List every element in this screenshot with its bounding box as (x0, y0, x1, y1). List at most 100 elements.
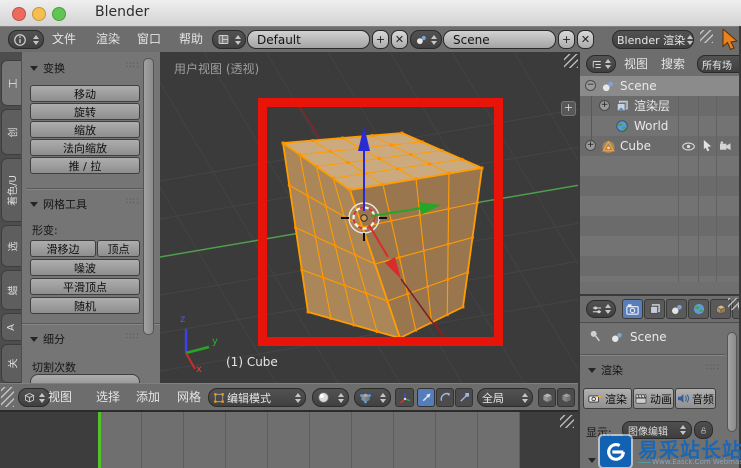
tab-create[interactable]: 创 (1, 109, 21, 155)
outliner-row-render-layers[interactable]: + 渲染层 (580, 96, 741, 116)
push-pull-button[interactable]: 推 / 拉 (30, 157, 140, 174)
visibility-eye-icon[interactable] (681, 141, 696, 152)
layout-name-field[interactable]: Default (247, 30, 370, 49)
shrink-fatten-button[interactable]: 法向缩放 (30, 139, 140, 156)
outliner-menu-view[interactable]: 视图 (624, 52, 648, 76)
pin-icon[interactable] (588, 329, 602, 344)
tab-animation[interactable]: A (1, 313, 21, 341)
resize-corner[interactable] (700, 30, 713, 43)
translate-manipulator-button[interactable] (417, 388, 435, 407)
editor-type-selector-3dview[interactable] (18, 388, 50, 407)
tab-scene-properties[interactable] (666, 299, 687, 319)
panel-grip-icon[interactable]: ∷∷ (706, 363, 719, 373)
outliner-row-cube[interactable]: + Cube (580, 136, 741, 156)
minimize-window-button[interactable] (32, 7, 46, 21)
tab-options[interactable]: 选 (1, 225, 21, 267)
scene-name-field[interactable]: Scene (443, 30, 556, 49)
scale-button[interactable]: 缩放 (30, 121, 140, 138)
select-mode-selector[interactable] (354, 388, 391, 407)
transform-orientation-selector[interactable]: 全局 (477, 388, 533, 407)
menu-window[interactable]: 窗口 (137, 27, 161, 52)
render-still-button[interactable]: 渲染 (583, 388, 632, 409)
play-audio-button[interactable]: 音频 (675, 388, 716, 409)
panel-grip-icon[interactable]: ∷∷ (126, 197, 139, 207)
menu-view[interactable]: 视图 (48, 384, 72, 411)
timeline-editor[interactable] (0, 410, 580, 468)
outliner-row-world[interactable]: World (580, 116, 741, 136)
snap-toggle-button[interactable] (538, 388, 556, 407)
window-title: Blender (95, 4, 150, 20)
smooth-vertex-button[interactable]: 平滑顶点 (30, 278, 140, 295)
vertex-slide-button[interactable]: 顶点 (97, 240, 140, 257)
render-animation-button[interactable]: 动画 (633, 388, 674, 409)
editor-type-selector-properties[interactable] (586, 300, 616, 318)
axis-x-label: x (196, 364, 202, 375)
panel-header-mesh-tools[interactable]: 网格工具 (30, 196, 87, 212)
shading-selector[interactable] (312, 388, 349, 407)
current-frame-marker[interactable] (98, 412, 101, 468)
menu-select[interactable]: 选择 (96, 384, 120, 411)
menu-render[interactable]: 渲染 (96, 27, 120, 52)
renderability-camera-icon[interactable] (718, 141, 733, 152)
properties-scrollbar[interactable] (727, 332, 737, 432)
tab-world-properties[interactable] (688, 299, 709, 319)
menu-add[interactable]: 添加 (136, 384, 160, 411)
panel-header-transform[interactable]: 变换 (30, 60, 65, 76)
menu-mesh[interactable]: 网格 (177, 384, 201, 411)
toolshelf-scrollbar[interactable] (143, 58, 154, 335)
close-window-button[interactable] (12, 7, 26, 21)
resize-corner[interactable] (560, 415, 574, 428)
editor-type-selector-info[interactable] (8, 30, 44, 49)
selectability-cursor-icon[interactable] (702, 139, 713, 152)
snap-element-button[interactable] (557, 388, 575, 407)
panel-grip-icon[interactable]: ∷∷ (126, 332, 139, 342)
scene-selector[interactable] (410, 30, 442, 49)
scale-manipulator-button[interactable] (455, 388, 473, 407)
add-scene-button[interactable]: + (558, 30, 575, 49)
rotate-manipulator-button[interactable] (436, 388, 454, 407)
tab-shading-uv[interactable]: 着色/U (1, 158, 21, 222)
randomize-button[interactable]: 随机 (30, 297, 140, 314)
panel-grip-icon[interactable]: ∷∷ (126, 61, 139, 71)
outliner-row-scene[interactable]: − Scene (580, 76, 741, 96)
outliner-menu-search[interactable]: 搜索 (661, 52, 685, 76)
add-layout-button[interactable]: + (372, 30, 389, 49)
breadcrumb-scene[interactable]: Scene (630, 330, 667, 344)
menu-help[interactable]: 帮助 (179, 27, 203, 52)
tab-grease-pencil[interactable]: 蜡 (1, 270, 21, 310)
delete-layout-button[interactable]: ✕ (391, 30, 408, 49)
tab-tools[interactable]: 工 (1, 60, 21, 106)
object-info-label: (1) Cube (226, 355, 278, 369)
edge-slide-button[interactable]: 滑移边 (30, 240, 96, 257)
noise-button[interactable]: 噪波 (30, 259, 140, 276)
collapse-node-icon[interactable]: − (585, 80, 596, 91)
translate-button[interactable]: 移动 (30, 85, 140, 102)
panel-header-subdivide[interactable]: 细分 (30, 331, 65, 347)
3d-viewport[interactable]: 用户视图 (透视) (1) Cube z y x + (160, 52, 580, 383)
cuts-slider[interactable] (30, 374, 140, 383)
tab-relations[interactable]: 关 (1, 344, 21, 383)
rotate-button[interactable]: 旋转 (30, 103, 140, 120)
editor-type-selector-outliner[interactable] (586, 55, 616, 73)
tab-render-properties[interactable] (622, 299, 643, 319)
edit-mode-icon (214, 392, 224, 403)
render-engine-selector[interactable]: Blender 渲染 (612, 30, 694, 49)
resize-corner[interactable] (564, 54, 578, 68)
menu-file[interactable]: 文件 (52, 27, 76, 52)
editor-split-horizontal[interactable] (580, 294, 741, 296)
open-sidebar-button[interactable]: + (561, 101, 576, 116)
manipulator-toggle-button[interactable] (395, 388, 414, 407)
editor-split-vertical[interactable] (578, 52, 580, 468)
timeline-frame-range[interactable] (100, 412, 520, 468)
delete-scene-button[interactable]: ✕ (577, 30, 594, 49)
resize-corner[interactable] (1, 387, 14, 407)
panel-header-render[interactable]: 渲染 (588, 362, 623, 378)
tab-render-layers-properties[interactable] (644, 299, 665, 319)
expand-node-icon[interactable]: + (599, 100, 610, 111)
outliner-filter-selector[interactable]: 所有场 (697, 55, 741, 73)
screen-layout-selector[interactable] (212, 30, 246, 49)
maximize-window-button[interactable] (52, 7, 66, 21)
mode-selector[interactable]: 编辑模式 (208, 388, 306, 407)
expand-node-icon[interactable]: + (585, 140, 596, 151)
dropdown-arrows-icon (522, 392, 528, 403)
